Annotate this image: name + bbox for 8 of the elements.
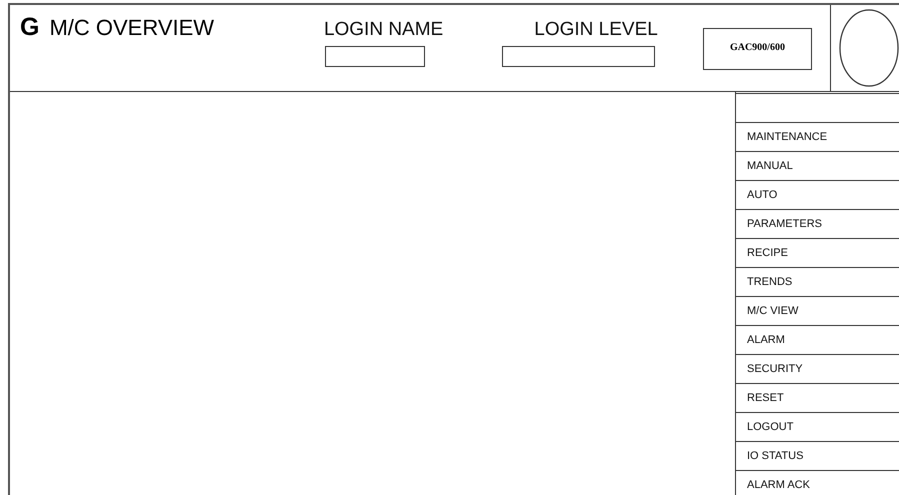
- circle-indicator-icon: [839, 9, 899, 87]
- login-level-label: LOGIN LEVEL: [534, 19, 658, 41]
- screen-title: M/C OVERVIEW: [49, 15, 214, 41]
- login-name-field[interactable]: [324, 46, 425, 67]
- machine-model-label: GAC900/600: [702, 28, 812, 70]
- login-level-field[interactable]: [502, 46, 655, 67]
- logo-letter: G: [20, 13, 40, 42]
- login-name-label: LOGIN NAME: [324, 19, 444, 41]
